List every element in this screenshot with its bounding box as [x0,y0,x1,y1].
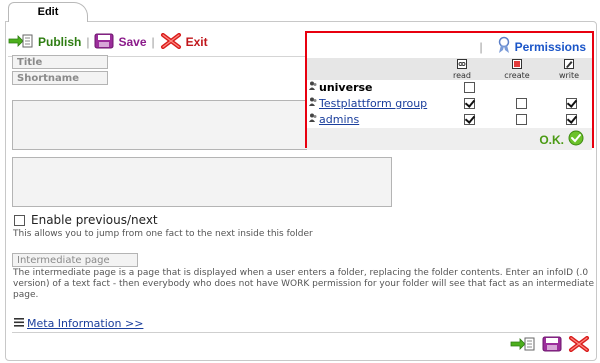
column-create-label: create [504,71,530,80]
meta-information-link[interactable]: Meta Information >> [14,317,143,330]
toolbar-separator: | [151,35,155,49]
permission-row-name: Testplattform group [309,97,427,110]
publish-label: Publish [38,35,82,49]
publish-icon[interactable] [510,336,536,355]
save-button[interactable]: Save [94,33,147,52]
group-link[interactable]: Testplattform group [319,97,427,110]
permissions-separator: | [479,39,483,54]
permission-row-name: universe [309,81,373,94]
group-icon [309,113,317,126]
exit-icon [160,32,182,52]
meta-information-label: Meta Information >> [27,317,144,330]
toolbar-separator: | [86,35,90,49]
permissions-header[interactable]: | Permissions [479,36,586,57]
title-field[interactable]: Title [12,55,108,69]
column-create: create [497,59,537,80]
publish-icon [8,33,34,52]
permission-row: admins [307,112,592,128]
exit-icon[interactable] [568,336,590,355]
read-checkbox[interactable] [464,82,476,96]
meta-divider [12,332,588,333]
enable-prev-next-hint: This allows you to jump from one fact to… [13,229,313,239]
enable-prev-next-checkbox[interactable] [14,214,25,226]
intermediate-page-hint: The intermediate page is a page that is … [13,268,595,300]
check-circle-icon [568,130,584,149]
list-icon [14,317,24,330]
save-icon[interactable] [542,336,562,355]
create-checkbox[interactable] [516,114,528,128]
permission-row-name: admins [309,113,359,126]
write-icon [549,59,589,71]
ok-label: O.K. [539,132,564,147]
publish-button[interactable]: Publish [8,33,81,52]
column-write-label: write [558,71,580,80]
read-icon [442,59,482,71]
content-textarea-2[interactable] [12,157,392,207]
exit-button[interactable]: Exit [160,32,208,52]
group-name: universe [319,81,373,94]
exit-label: Exit [185,35,208,49]
permissions-table: read create write universe Testplattform… [307,58,592,150]
ribbon-icon [497,36,511,57]
create-checkbox[interactable] [516,98,528,112]
ok-button[interactable]: O.K. [539,130,584,149]
write-checkbox[interactable] [566,98,578,112]
tab-edit[interactable]: Edit [8,2,88,22]
column-read: read [442,59,482,80]
write-checkbox[interactable] [566,114,578,128]
group-icon [309,81,317,94]
create-icon [497,59,537,71]
permissions-title: Permissions [514,39,586,54]
column-read-label: read [452,71,471,80]
shortname-field[interactable]: Shortname [12,71,108,85]
read-checkbox[interactable] [464,114,476,128]
enable-prev-next-label: Enable previous/next [31,213,158,227]
group-link[interactable]: admins [319,113,359,126]
permissions-panel: | Permissions read create write universe… [305,31,594,150]
permission-row: universe [307,80,592,96]
enable-prev-next-row: Enable previous/next [14,213,158,227]
intermediate-page-field[interactable]: Intermediate page [12,253,138,267]
save-icon [94,33,114,52]
read-checkbox[interactable] [464,98,476,112]
toolbar: Publish | Save | Exit [8,32,208,52]
column-write: write [549,59,589,80]
bottom-actions [510,336,590,355]
permission-row: Testplattform group [307,96,592,112]
save-label: Save [118,35,147,49]
permissions-footer: O.K. [307,128,592,150]
group-icon [309,97,317,110]
permissions-column-header: read create write [307,58,592,80]
